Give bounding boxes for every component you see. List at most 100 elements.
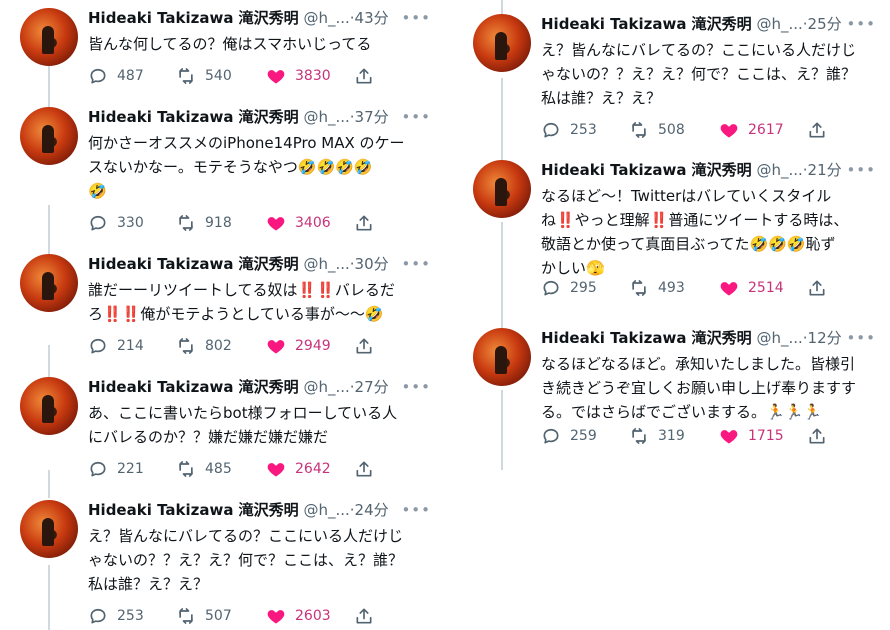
more-options-icon[interactable]: ••• (401, 500, 431, 520)
author-handle[interactable]: @h_... (756, 329, 802, 347)
tweet-time[interactable]: 12分 (808, 329, 842, 347)
author-handle[interactable]: @h_... (303, 9, 349, 27)
retweet-button[interactable]: 485 (176, 459, 232, 479)
author-handle[interactable]: @h_... (303, 378, 349, 396)
reply-button[interactable]: 295 (541, 278, 597, 298)
author-handle[interactable]: @h_... (303, 501, 349, 519)
reply-button[interactable]: 487 (88, 66, 144, 86)
tweet-text: なるほど〜！Twitterはバレていくスタイル ね‼️やっと理解‼️普通にツイー… (541, 187, 849, 277)
tweet-time[interactable]: 43分 (355, 9, 389, 27)
heart-icon (267, 610, 285, 624)
like-button[interactable]: 1715 (719, 426, 784, 446)
share-button[interactable] (807, 120, 827, 140)
more-options-icon[interactable]: ••• (401, 107, 431, 127)
avatar[interactable] (20, 254, 78, 312)
author-name[interactable]: Hideaki Takizawa 滝沢秀明 (541, 161, 752, 179)
retweet-count: 493 (658, 280, 685, 296)
heart-icon (267, 463, 285, 477)
author-name[interactable]: Hideaki Takizawa 滝沢秀明 (88, 9, 299, 27)
retweet-button[interactable]: 319 (629, 426, 685, 446)
retweet-button[interactable]: 493 (629, 278, 685, 298)
more-options-icon[interactable]: ••• (401, 8, 431, 28)
heart-icon (720, 430, 738, 444)
share-button[interactable] (354, 459, 374, 479)
share-icon (809, 280, 825, 296)
author-handle[interactable]: @h_... (303, 108, 349, 126)
share-button[interactable] (807, 426, 827, 446)
reply-button[interactable]: 253 (88, 606, 144, 626)
retweet-count: 540 (205, 68, 232, 84)
reply-icon (90, 608, 106, 624)
like-button[interactable]: 2642 (266, 459, 331, 479)
avatar[interactable] (473, 160, 531, 218)
thread-line (501, 0, 503, 14)
reply-count: 295 (570, 280, 597, 296)
tweet-time[interactable]: 24分 (355, 501, 389, 519)
tweet-header: Hideaki Takizawa 滝沢秀明 @h_...·37分 ••• (88, 107, 431, 127)
more-options-icon[interactable]: ••• (846, 14, 876, 34)
tweet-text: 誰だーーリツイートしてる奴は‼️‼️バレるだ ろ‼️‼️俺がモテようとしている事… (88, 281, 395, 323)
more-options-icon[interactable]: ••• (846, 328, 876, 348)
tweet-actions: 253 508 2617 (541, 120, 870, 142)
avatar[interactable] (20, 500, 78, 558)
reply-button[interactable]: 330 (88, 213, 144, 233)
share-button[interactable] (354, 606, 374, 626)
author-name[interactable]: Hideaki Takizawa 滝沢秀明 (88, 501, 299, 519)
like-button[interactable]: 2617 (719, 120, 784, 140)
thread-line (48, 470, 50, 498)
retweet-icon (179, 215, 193, 231)
avatar[interactable] (20, 377, 78, 435)
tweet-time[interactable]: 37分 (355, 108, 389, 126)
avatar[interactable] (473, 328, 531, 386)
reply-count: 214 (117, 338, 144, 354)
tweet-time[interactable]: 21分 (808, 161, 842, 179)
avatar[interactable] (20, 8, 78, 66)
author-name[interactable]: Hideaki Takizawa 滝沢秀明 (541, 15, 752, 33)
like-button[interactable]: 2603 (266, 606, 331, 626)
author-handle[interactable]: @h_... (756, 161, 802, 179)
reply-button[interactable]: 253 (541, 120, 597, 140)
reply-button[interactable]: 221 (88, 459, 144, 479)
like-button[interactable]: 2514 (719, 278, 784, 298)
tweet-time[interactable]: 25分 (808, 15, 842, 33)
retweet-icon (179, 608, 193, 624)
tweet-text: なるほどなるほど。承知いたしました。皆様引 き続きどうぞ宜しくお願い申し上げ奉り… (541, 355, 857, 421)
like-button[interactable]: 3830 (266, 66, 331, 86)
reply-button[interactable]: 259 (541, 426, 597, 446)
like-button[interactable]: 3406 (266, 213, 331, 233)
tweet-time[interactable]: 27分 (355, 378, 389, 396)
retweet-count: 319 (658, 428, 685, 444)
thread-line (48, 205, 50, 255)
tweet-time[interactable]: 30分 (355, 255, 389, 273)
author-name[interactable]: Hideaki Takizawa 滝沢秀明 (541, 329, 752, 347)
share-button[interactable] (354, 336, 374, 356)
author-name[interactable]: Hideaki Takizawa 滝沢秀明 (88, 378, 299, 396)
like-count: 2603 (295, 608, 331, 624)
more-options-icon[interactable]: ••• (401, 254, 431, 274)
heart-icon (720, 124, 738, 138)
like-button[interactable]: 2949 (266, 336, 331, 356)
retweet-button[interactable]: 540 (176, 66, 232, 86)
author-handle[interactable]: @h_... (756, 15, 802, 33)
share-button[interactable] (807, 278, 827, 298)
reply-count: 259 (570, 428, 597, 444)
avatar[interactable] (20, 107, 78, 165)
tweet-text: え？皆んなにバレてるの？ここにいる人だけじ ゃないの？？え？え？何で？ここは、え… (541, 41, 857, 107)
retweet-button[interactable]: 508 (629, 120, 685, 140)
author-handle[interactable]: @h_... (303, 255, 349, 273)
avatar[interactable] (473, 14, 531, 72)
more-options-icon[interactable]: ••• (401, 377, 431, 397)
retweet-button[interactable]: 918 (176, 213, 232, 233)
author-name[interactable]: Hideaki Takizawa 滝沢秀明 (88, 108, 299, 126)
heart-icon (267, 340, 285, 354)
retweet-button[interactable]: 802 (176, 336, 232, 356)
share-button[interactable] (354, 213, 374, 233)
tweet-text: 皆んな何してるの？俺はスマホいじってる (88, 35, 372, 53)
tweet-text: あ、ここに書いたらbot様フォローしている人 にバレるのか？？嫌だ嫌だ嫌だ嫌だ (88, 404, 398, 446)
tweet-header: Hideaki Takizawa 滝沢秀明 @h_...·24分 ••• (88, 500, 431, 520)
retweet-button[interactable]: 507 (176, 606, 232, 626)
more-options-icon[interactable]: ••• (846, 160, 876, 180)
author-name[interactable]: Hideaki Takizawa 滝沢秀明 (88, 255, 299, 273)
reply-button[interactable]: 214 (88, 336, 144, 356)
share-button[interactable] (354, 66, 374, 86)
